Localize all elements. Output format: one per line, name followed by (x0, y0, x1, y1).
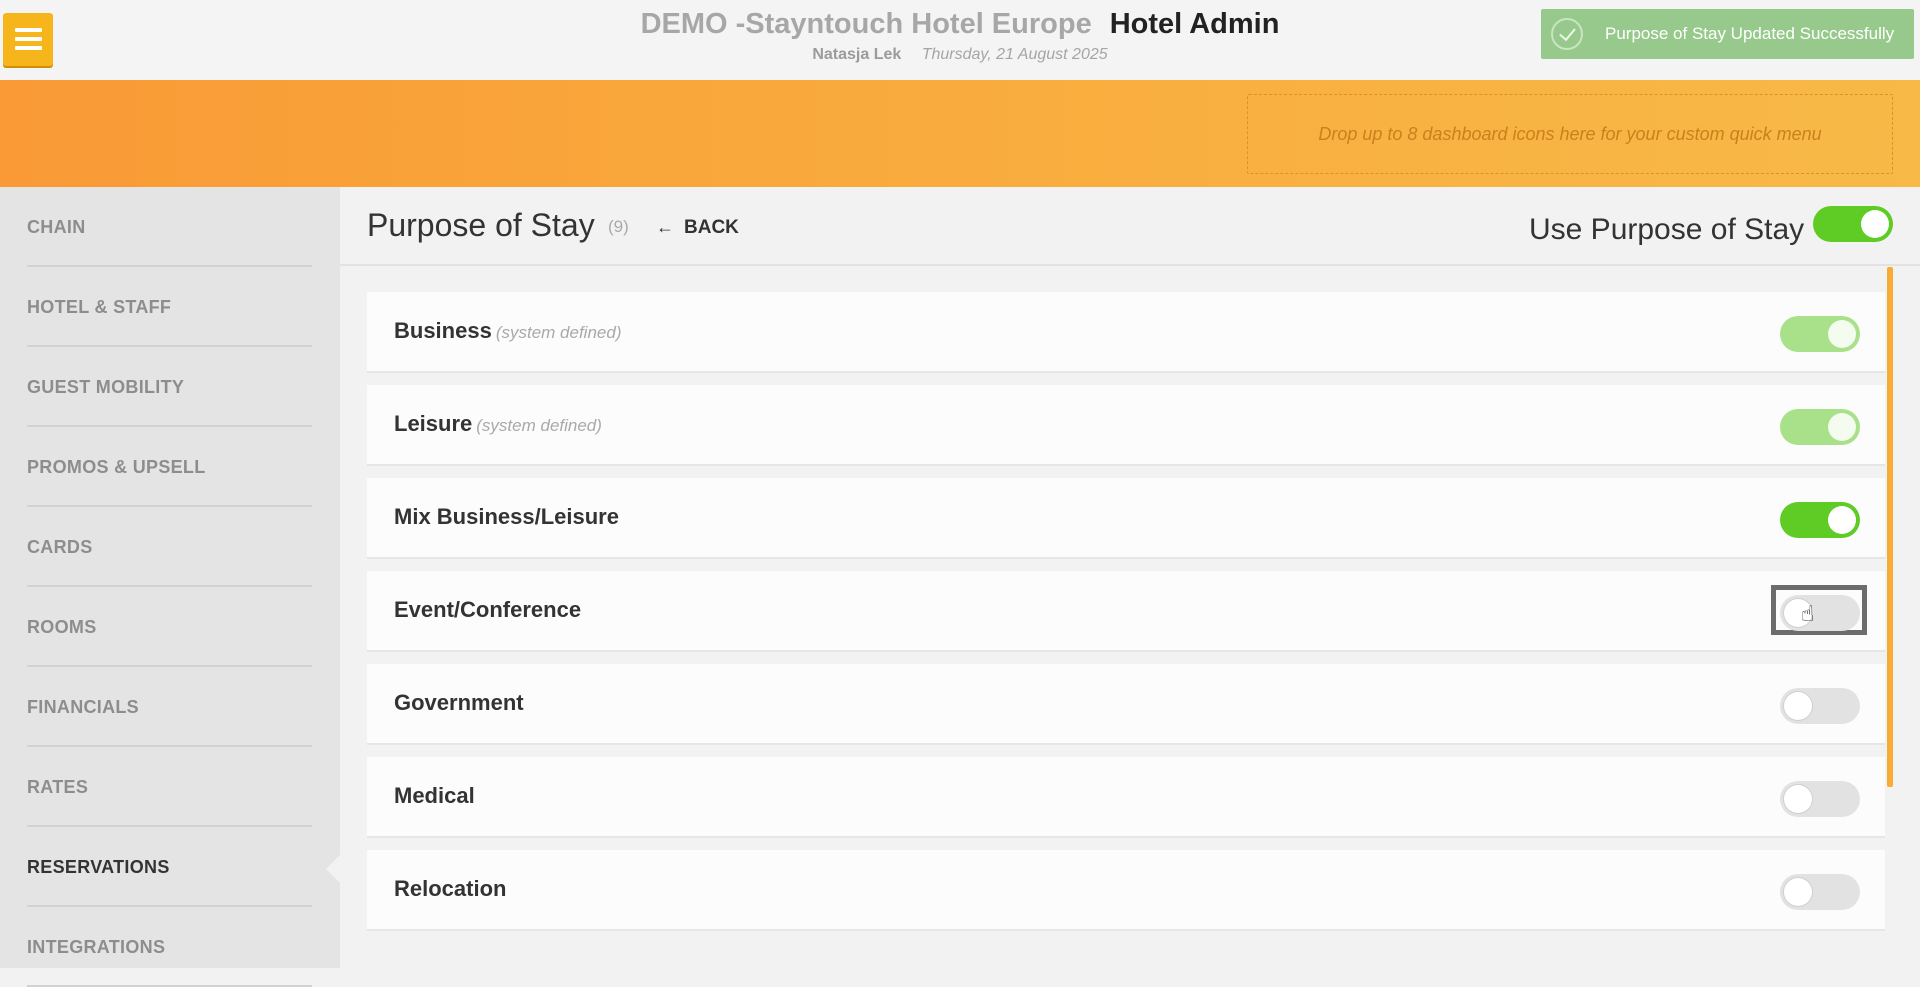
hand-cursor-icon: ☝ (1801, 601, 1815, 626)
purpose-row-relocation: Relocation (367, 850, 1885, 931)
user-name: Natasja Lek (812, 46, 902, 63)
purpose-name: Relocation (394, 876, 507, 901)
back-label: BACK (684, 217, 739, 238)
arrow-left-icon: ← (656, 217, 674, 237)
purpose-row-business: Business (system defined) (367, 292, 1885, 373)
sidebar-item-financials[interactable]: FINANCIALS (27, 667, 312, 747)
purpose-name: Mix Business/Leisure (394, 504, 619, 529)
toast-message: Purpose of Stay Updated Successfully (1605, 24, 1895, 43)
sidebar-item-cards[interactable]: CARDS (27, 507, 312, 587)
sidebar-item-rates[interactable]: RATES (27, 747, 312, 827)
purpose-toggle-event-conference[interactable] (1780, 595, 1860, 631)
back-button[interactable]: ← BACK (656, 217, 739, 239)
purpose-row-leisure: Leisure (system defined) (367, 385, 1885, 466)
purpose-toggle-leisure[interactable] (1780, 409, 1860, 445)
purpose-toggle-mix-business-leisure[interactable] (1780, 502, 1860, 538)
system-defined-note: (system defined) (476, 416, 602, 435)
purpose-row-mix-business-leisure: Mix Business/Leisure (367, 478, 1885, 559)
success-toast: Purpose of Stay Updated Successfully (1541, 9, 1914, 59)
toggle-knob (1828, 320, 1856, 348)
use-purpose-label: Use Purpose of Stay (1529, 213, 1805, 246)
purpose-row-government: Government (367, 664, 1885, 745)
purpose-name: Business (system defined) (394, 318, 622, 343)
page-header: Purpose of Stay (9) ← BACK Use Purpose of… (340, 187, 1920, 266)
sidebar-item-hotel-staff[interactable]: HOTEL & STAFF (27, 267, 312, 347)
purpose-name: Event/Conference (394, 597, 582, 622)
quick-menu-dropzone[interactable]: Drop up to 8 dashboard icons here for yo… (1247, 94, 1893, 174)
quick-menu-band: Drop up to 8 dashboard icons here for yo… (0, 80, 1920, 187)
check-circle-icon (1551, 18, 1583, 50)
business-date: Thursday, 21 August 2025 (921, 46, 1108, 63)
app-name: Hotel Admin (1109, 8, 1280, 40)
toggle-knob (1828, 506, 1856, 534)
system-defined-note: (system defined) (495, 323, 622, 342)
main-content: Purpose of Stay (9) ← BACK Use Purpose of… (340, 187, 1920, 968)
hotel-name: DEMO -Stayntouch Hotel Europe (640, 8, 1092, 40)
sidebar-item-guest-mobility[interactable]: GUEST MOBILITY (27, 347, 312, 427)
admin-sidebar: CHAIN HOTEL & STAFF GUEST MOBILITY PROMO… (0, 187, 340, 987)
sidebar-item-integrations[interactable]: INTEGRATIONS (27, 907, 312, 987)
top-header: DEMO -Stayntouch Hotel Europe Hotel Admin… (0, 0, 1920, 80)
toggle-knob (1828, 413, 1856, 441)
page-title: Purpose of Stay (367, 207, 595, 243)
purpose-toggle-business[interactable] (1780, 316, 1860, 352)
purpose-row-medical: Medical (367, 757, 1885, 838)
toggle-knob (1784, 878, 1812, 906)
use-purpose-toggle[interactable] (1813, 206, 1893, 242)
purpose-name: Leisure (system defined) (394, 411, 602, 436)
purpose-toggle-medical[interactable] (1780, 781, 1860, 817)
sidebar-item-chain[interactable]: CHAIN (27, 187, 312, 267)
purpose-name: Medical (394, 783, 475, 808)
toggle-knob (1861, 210, 1889, 238)
purpose-name: Government (394, 690, 524, 715)
scrollbar[interactable] (1887, 267, 1893, 787)
toggle-knob (1784, 692, 1812, 720)
purpose-row-event-conference: Event/Conference ☝ (367, 571, 1885, 652)
toggle-knob (1784, 785, 1812, 813)
sidebar-item-reservations[interactable]: RESERVATIONS (27, 827, 312, 907)
purpose-toggle-government[interactable] (1780, 688, 1860, 724)
sidebar-item-promos-upsell[interactable]: PROMOS & UPSELL (27, 427, 312, 507)
item-count: (9) (608, 217, 629, 236)
purpose-toggle-relocation[interactable] (1780, 874, 1860, 910)
active-item-pointer (326, 855, 340, 883)
sidebar-item-rooms[interactable]: ROOMS (27, 587, 312, 667)
